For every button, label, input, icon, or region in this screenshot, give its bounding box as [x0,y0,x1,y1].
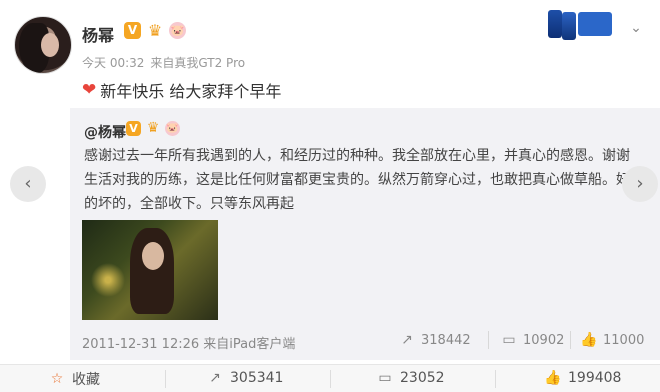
photo-flowers [88,260,128,300]
soda-can-icon [548,10,562,38]
pig-badge-icon[interactable]: 🐷 [169,22,186,39]
user-badges: V ♛ 🐷 [124,22,186,39]
post-source: 来自真我GT2 Pro [150,56,246,70]
avatar-face [41,33,59,57]
next-arrow-icon[interactable]: › [622,166,658,202]
photo-hair [130,228,174,314]
crown-badge-icon[interactable]: ♛ [144,121,162,136]
repost-share-button[interactable]: ↗ 318442 [398,331,471,349]
user-name[interactable]: 杨幂 [82,22,114,46]
divider [570,331,571,349]
divider [165,370,166,388]
promo-banner-icon [578,12,612,36]
soda-can-icon [562,12,576,40]
share-count: 305341 [230,370,284,386]
heart-icon: ❤ [82,80,97,100]
repost-share-count: 318442 [421,332,471,348]
user-avatar[interactable] [14,16,72,74]
repost-date-value[interactable]: 2011-12-31 12:26 [82,337,199,352]
thumbs-up-icon: 👍 [544,370,562,386]
divider [495,370,496,388]
share-button[interactable]: ↗ 305341 [206,369,283,387]
favorite-label: 收藏 [72,372,100,388]
repost-like-button[interactable]: 👍 11000 [580,331,644,349]
comment-button[interactable]: ▭ 23052 [376,369,445,387]
comment-icon: ▭ [502,332,516,348]
divider [488,331,489,349]
comment-icon: ▭ [378,370,392,386]
post-time[interactable]: 今天 00:32 [82,54,144,71]
favorite-button[interactable]: ☆ 收藏 [48,369,100,389]
photo-face [142,242,164,270]
pig-badge-icon[interactable]: 🐷 [165,121,180,136]
repost-comment-count: 10902 [523,332,565,348]
repost-photo[interactable] [82,220,218,320]
like-count: 199408 [568,370,622,386]
repost-footer: 2011-12-31 12:26 来自iPad客户端 ↗ 318442 ▭ 10… [82,331,652,352]
post-text-content: 新年快乐 给大家拜个早年 [100,82,282,101]
previous-arrow-icon[interactable]: ‹ [10,166,46,202]
repost-user-badges: V ♛ 🐷 [126,121,180,136]
post-text: ❤ 新年快乐 给大家拜个早年 [82,78,281,102]
action-bar: ☆ 收藏 ↗ 305341 ▭ 23052 👍 199408 [0,364,660,392]
thumbs-up-icon: 👍 [580,332,598,348]
share-icon: ↗ [401,332,413,348]
star-icon: ☆ [50,371,64,387]
chevron-down-icon[interactable]: ⌄ [626,18,646,38]
repost-user-name[interactable]: @杨幂 [84,122,126,142]
verified-badge-icon[interactable]: V [126,121,141,136]
comment-count: 23052 [400,370,445,386]
repost-source: 来自iPad客户端 [203,337,296,352]
verified-badge-icon[interactable]: V [124,22,141,39]
repost-like-count: 11000 [603,332,645,348]
repost-box[interactable]: @杨幂 V ♛ 🐷 感谢过去一年所有我遇到的人，和经历过的种种。我全部放在心里，… [70,108,660,360]
divider [330,370,331,388]
post-meta: 今天 00:32 来自真我GT2 Pro [82,54,245,71]
share-icon: ↗ [209,370,221,386]
crown-badge-icon[interactable]: ♛ [145,22,165,39]
promo-sticker[interactable] [548,8,612,40]
like-button[interactable]: 👍 199408 [544,369,621,387]
repost-body: 感谢过去一年所有我遇到的人，和经历过的种种。我全部放在心里，并真心的感恩。谢谢生… [84,148,630,212]
repost-comment-button[interactable]: ▭ 10902 [500,331,564,349]
weibo-post: 杨幂 V ♛ 🐷 今天 00:32 来自真我GT2 Pro ⌄ ❤ 新年快乐 给… [0,0,660,392]
repost-date: 2011-12-31 12:26 来自iPad客户端 [82,333,295,352]
